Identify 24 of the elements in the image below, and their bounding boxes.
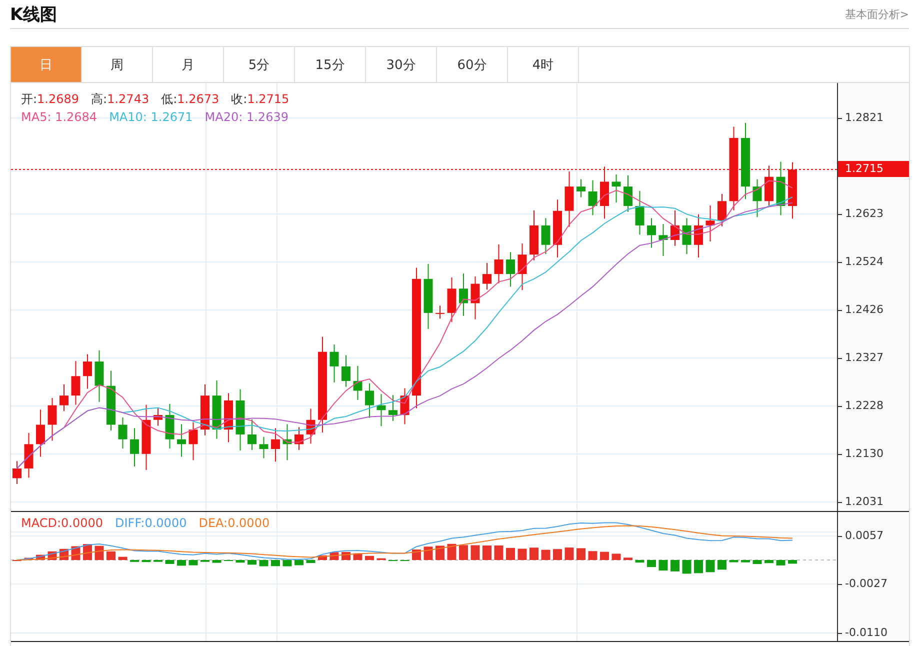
quote-value: 低:1.2673 bbox=[161, 91, 220, 108]
price-tick-label: 1.2623 bbox=[838, 207, 884, 221]
quote-value: 开:1.2689 bbox=[21, 91, 80, 108]
price-tick-label: 1.2327 bbox=[838, 351, 884, 365]
macd-legend-value: DEA:0.0000 bbox=[198, 516, 270, 530]
moving-average-value: MA10: 1.2671 bbox=[109, 110, 193, 124]
macd-legend-value: DIFF:0.0000 bbox=[115, 516, 187, 530]
macd-tick-label: -0.0110 bbox=[838, 626, 888, 640]
price-tick-label: 1.2524 bbox=[838, 255, 884, 269]
quote-value: 收:1.2715 bbox=[231, 91, 290, 108]
fundamental-analysis-link[interactable]: 基本面分析> bbox=[844, 6, 909, 22]
price-tick-label: 1.2130 bbox=[838, 447, 884, 461]
moving-average-value: MA20: 1.2639 bbox=[204, 110, 288, 124]
price-tick-label: 1.2426 bbox=[838, 303, 884, 317]
macd-tick-label: 0.0057 bbox=[838, 529, 884, 543]
moving-average-value: MA5: 1.2684 bbox=[21, 110, 98, 124]
current-price-tag: 1.2715 bbox=[838, 161, 909, 177]
macd-tick-label: -0.0027 bbox=[838, 577, 888, 591]
quote-value: 高:1.2743 bbox=[91, 91, 150, 108]
chart-title: K线图 bbox=[10, 4, 58, 26]
macd-legend-value: MACD:0.0000 bbox=[21, 516, 104, 530]
price-tick-label: 1.2821 bbox=[838, 111, 884, 125]
price-tick-label: 1.2031 bbox=[838, 495, 884, 509]
price-tick-label: 1.2228 bbox=[838, 399, 884, 413]
